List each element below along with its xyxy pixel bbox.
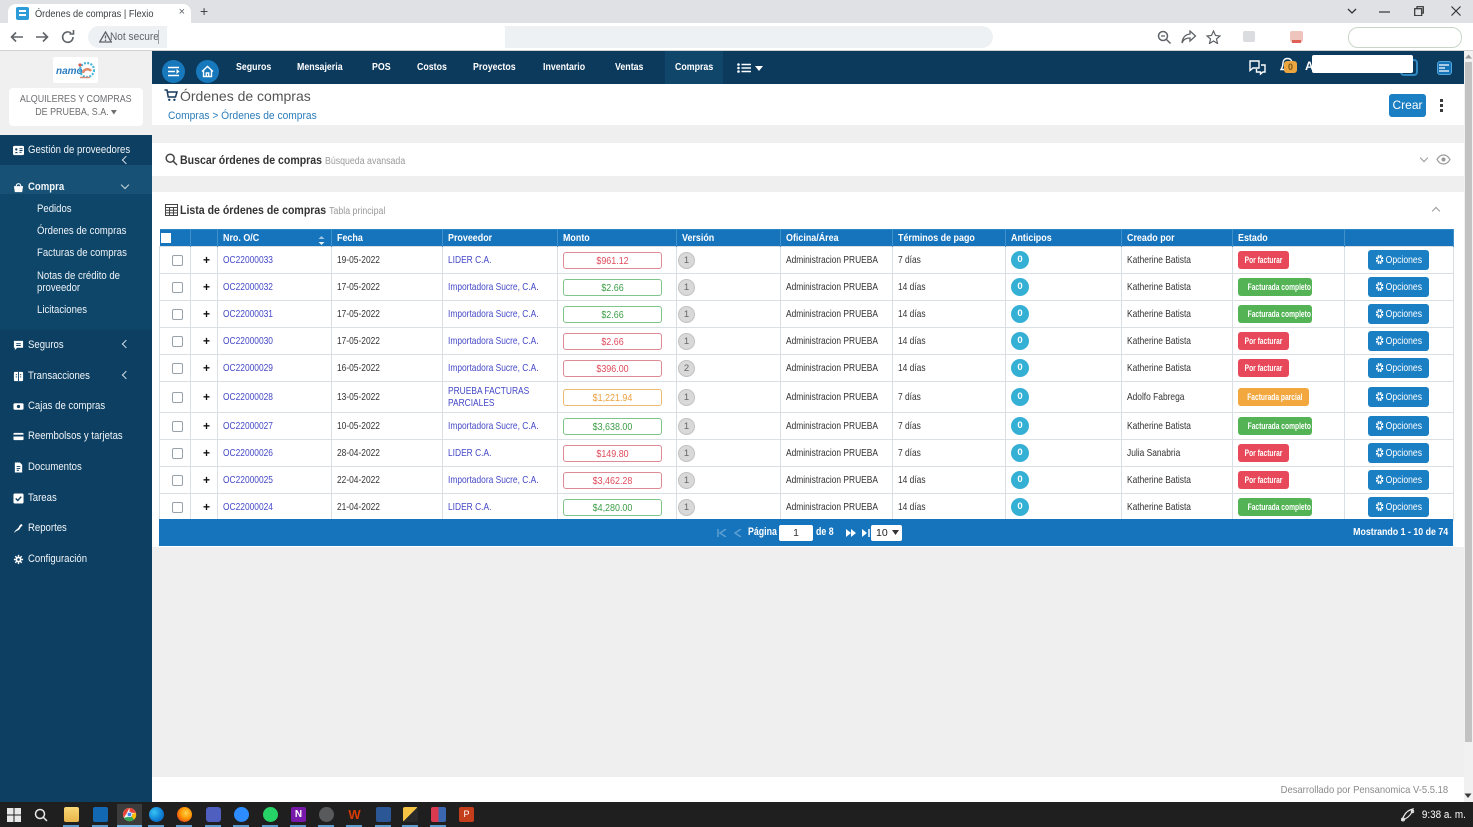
svg-text:namo: namo [56,66,83,77]
